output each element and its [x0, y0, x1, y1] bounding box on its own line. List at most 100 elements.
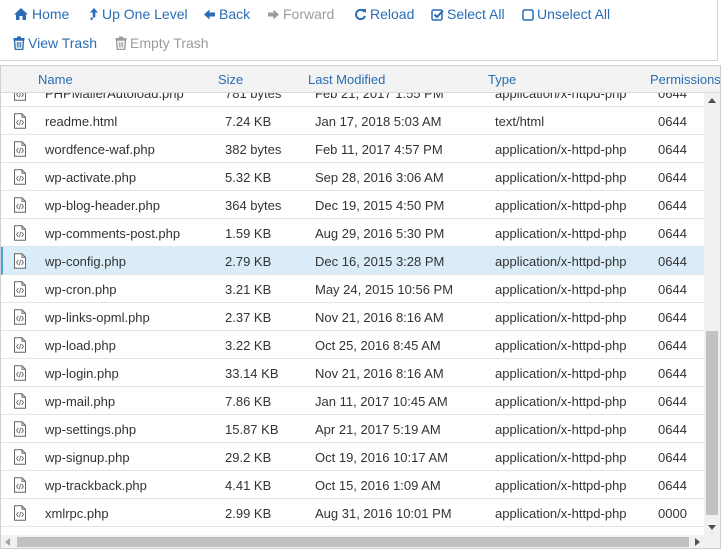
file-last-modified: Dec 16, 2015 3:28 PM	[315, 254, 445, 269]
file-row[interactable]: wp-blog-header.php 364 bytes Dec 19, 2015 …	[1, 191, 704, 219]
file-last-modified: Nov 21, 2016 8:16 AM	[315, 366, 444, 381]
column-header-size[interactable]: Size	[218, 72, 243, 87]
php-file-icon	[13, 225, 27, 244]
arrow-right-icon	[268, 9, 279, 19]
file-size: 3.21 KB	[225, 282, 272, 297]
file-row[interactable]: wp-load.php 3.22 KB Oct 25, 2016 8:45 AM ap…	[1, 331, 704, 359]
file-manager-toolbar: Home Up One Level Back Forward Reload Se…	[0, 0, 718, 61]
checkbox-empty-icon	[522, 8, 534, 21]
reload-icon	[355, 8, 366, 20]
file-row[interactable]: wp-mail.php 7.86 KB Jan 11, 2017 10:45 AM a…	[1, 387, 704, 415]
file-permissions: 0644	[658, 338, 687, 353]
view-trash-button[interactable]: View Trash	[13, 35, 97, 51]
file-permissions: 0644	[658, 254, 687, 269]
file-size: 5.32 KB	[225, 170, 272, 185]
forward-button[interactable]: Forward	[267, 6, 334, 22]
back-label: Back	[219, 6, 251, 22]
php-file-icon	[13, 477, 27, 496]
select-all-label: Select All	[447, 6, 505, 22]
unselect-all-button[interactable]: Unselect All	[522, 6, 610, 22]
file-row[interactable]: xmlrpc.php 2.99 KB Aug 31, 2016 10:01 PM ap…	[1, 499, 704, 527]
unselect-all-label: Unselect All	[537, 6, 611, 22]
file-row[interactable]: PHPMailerAutoload.php 781 bytes Feb 21, 20…	[1, 93, 704, 107]
file-row[interactable]: wp-comments-post.php 1.59 KB Aug 29, 2016 …	[1, 219, 704, 247]
file-permissions: 0644	[658, 114, 687, 129]
file-row[interactable]: wp-config.php 2.79 KB Dec 16, 2015 3:28 PM…	[1, 247, 704, 275]
scroll-right-arrow-icon[interactable]	[695, 538, 700, 546]
php-file-icon	[13, 393, 27, 412]
file-type: application/x-httpd-php	[495, 338, 627, 353]
file-last-modified: Nov 21, 2016 8:16 AM	[315, 310, 444, 325]
file-row[interactable]: wp-settings.php 15.87 KB Apr 21, 2017 5:19…	[1, 415, 704, 443]
scroll-up-arrow-icon[interactable]	[708, 98, 716, 103]
up-one-level-label: Up One Level	[102, 6, 188, 22]
reload-button[interactable]: Reload	[354, 6, 414, 22]
file-type: application/x-httpd-php	[495, 366, 627, 381]
file-type: application/x-httpd-php	[495, 450, 627, 465]
file-last-modified: Aug 29, 2016 5:30 PM	[315, 226, 445, 241]
file-permissions: 0644	[658, 142, 687, 157]
file-size: 2.99 KB	[225, 506, 272, 521]
file-size: 4.41 KB	[225, 478, 272, 493]
file-permissions: 0644	[658, 170, 687, 185]
column-header-type[interactable]: Type	[488, 72, 516, 87]
file-name: wp-login.php	[45, 366, 119, 381]
file-last-modified: Jan 17, 2018 5:03 AM	[315, 114, 442, 129]
file-type: application/x-httpd-php	[495, 198, 627, 213]
scroll-left-arrow-icon[interactable]	[5, 538, 10, 546]
file-row[interactable]: wp-signup.php 29.2 KB Oct 19, 2016 10:17 A…	[1, 443, 704, 471]
php-file-icon	[13, 365, 27, 384]
file-permissions: 0644	[658, 394, 687, 409]
horizontal-scrollbar[interactable]	[1, 535, 720, 548]
home-button[interactable]: Home	[13, 6, 69, 22]
php-file-icon	[13, 169, 27, 188]
file-type: application/x-httpd-php	[495, 310, 627, 325]
view-trash-label: View Trash	[28, 35, 97, 51]
vertical-scrollbar[interactable]	[704, 93, 720, 535]
file-name: wp-activate.php	[45, 170, 137, 185]
file-permissions: 0644	[658, 422, 687, 437]
file-name: xmlrpc.php	[45, 506, 109, 521]
file-type: application/x-httpd-php	[495, 282, 627, 297]
scroll-down-arrow-icon[interactable]	[708, 525, 716, 530]
level-up-icon	[90, 8, 98, 20]
file-name: wp-cron.php	[45, 282, 117, 297]
column-header-last-modified[interactable]: Last Modified	[308, 72, 385, 87]
php-file-icon	[13, 337, 27, 356]
file-name: readme.html	[45, 114, 118, 129]
file-row[interactable]: wp-links-opml.php 2.37 KB Nov 21, 2016 8:1…	[1, 303, 704, 331]
file-permissions: 0644	[658, 198, 687, 213]
horizontal-scrollbar-thumb[interactable]	[17, 537, 689, 547]
file-last-modified: Dec 19, 2015 4:50 PM	[315, 198, 445, 213]
file-name: wp-links-opml.php	[45, 310, 150, 325]
file-row[interactable]: wp-trackback.php 4.41 KB Oct 15, 2016 1:09…	[1, 471, 704, 499]
file-last-modified: Oct 15, 2016 1:09 AM	[315, 478, 441, 493]
php-file-icon	[13, 113, 27, 132]
php-file-icon	[13, 253, 27, 272]
file-row[interactable]: readme.html 7.24 KB Jan 17, 2018 5:03 AM te…	[1, 107, 704, 135]
php-file-icon	[13, 449, 27, 468]
select-all-button[interactable]: Select All	[431, 6, 505, 22]
file-row[interactable]: wp-login.php 33.14 KB Nov 21, 2016 8:16 AM…	[1, 359, 704, 387]
file-name: wp-signup.php	[45, 450, 130, 465]
file-size: 3.22 KB	[225, 338, 272, 353]
file-type: application/x-httpd-php	[495, 478, 627, 493]
up-one-level-button[interactable]: Up One Level	[89, 6, 188, 22]
php-file-icon	[13, 309, 27, 328]
file-name: wp-blog-header.php	[45, 198, 160, 213]
php-file-icon	[13, 281, 27, 300]
column-header-name[interactable]: Name	[38, 72, 73, 87]
file-type: application/x-httpd-php	[495, 422, 627, 437]
vertical-scrollbar-thumb[interactable]	[706, 331, 718, 515]
file-row[interactable]: wp-cron.php 3.21 KB May 24, 2015 10:56 PM a…	[1, 275, 704, 303]
column-header-permissions[interactable]: Permissions	[650, 72, 720, 87]
back-button[interactable]: Back	[203, 6, 250, 22]
file-type: text/html	[495, 114, 545, 129]
php-file-icon	[13, 93, 27, 104]
file-row[interactable]: wordfence-waf.php 382 bytes Feb 11, 2017 4…	[1, 135, 704, 163]
empty-trash-button[interactable]: Empty Trash	[115, 35, 209, 51]
file-permissions: 0644	[658, 366, 687, 381]
file-permissions: 0644	[658, 226, 687, 241]
file-row[interactable]: wp-activate.php 5.32 KB Sep 28, 2016 3:06 …	[1, 163, 704, 191]
file-size: 33.14 KB	[225, 366, 279, 381]
